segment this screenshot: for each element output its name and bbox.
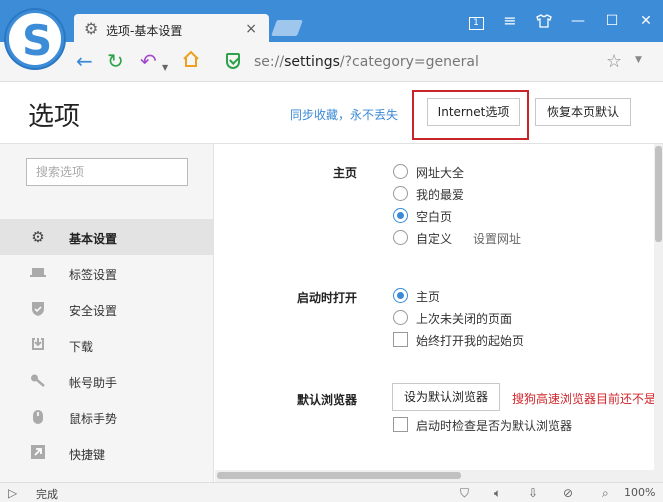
sidebar-item-label: 下载 <box>69 340 94 354</box>
navigation-bar: ← ↻ ↶ ▼ se://settings/?category=general … <box>0 42 663 82</box>
status-bar: ▷ 完成 ⛉ 🔈︎ ⇩ ⊘ ⌕ 100% <box>0 482 663 502</box>
shield-icon[interactable]: ⛉ <box>460 485 469 501</box>
bookmark-star-icon[interactable]: ☆ <box>606 51 622 72</box>
sidebar-item-label: 标签设置 <box>69 268 118 282</box>
sidebar-item-mouse-gesture[interactable]: 鼠标手势 <box>0 399 213 435</box>
radio-button[interactable] <box>393 230 408 245</box>
startup-section-label: 启动时打开 <box>297 291 358 305</box>
secure-shield-icon[interactable] <box>226 53 240 69</box>
default-browser-warning: 搜狗高速浏览器目前还不是 <box>512 392 654 406</box>
undo-dropdown-icon[interactable]: ▼ <box>162 57 168 79</box>
sidebar-item-label: 基本设置 <box>69 232 118 246</box>
zoom-level[interactable]: 100% <box>624 486 655 499</box>
browser-logo[interactable]: S <box>6 10 64 68</box>
chevron-down-icon[interactable]: ▼ <box>635 55 642 65</box>
sidebar-item-label: 安全设置 <box>69 304 118 318</box>
horizontal-scrollbar[interactable] <box>215 470 654 482</box>
scrollbar-thumb[interactable] <box>217 472 461 479</box>
set-default-browser-button[interactable]: 设为默认浏览器 <box>392 383 500 411</box>
radio-button[interactable] <box>393 186 408 201</box>
tab-settings[interactable]: ⚙ 选项-基本设置 × <box>74 14 269 44</box>
menu-icon[interactable]: ≡ <box>496 10 524 32</box>
page-title: 选项 <box>28 102 81 132</box>
mouse-icon <box>30 409 46 425</box>
undo-icon[interactable]: ↶ <box>140 50 157 72</box>
sidebar-item-shortcuts[interactable]: 快捷键 <box>0 435 213 471</box>
checkbox[interactable] <box>393 417 408 432</box>
tab-icon <box>30 265 46 281</box>
vertical-scrollbar[interactable] <box>654 144 663 482</box>
status-text: 完成 <box>36 488 58 501</box>
speaker-icon[interactable]: 🔈︎ <box>494 485 501 501</box>
sidebar-item-tabs[interactable]: 标签设置 <box>0 255 213 291</box>
radio-button[interactable] <box>393 310 408 325</box>
new-tab-button[interactable] <box>271 20 303 36</box>
radio-button-selected[interactable] <box>393 288 408 303</box>
homepage-section-label: 主页 <box>333 166 358 180</box>
shield-icon <box>30 301 46 317</box>
back-icon[interactable]: ← <box>76 50 93 72</box>
sidebar-item-security[interactable]: 安全设置 <box>0 291 213 327</box>
download-icon <box>30 337 46 353</box>
minimize-button[interactable]: — <box>564 10 592 32</box>
shirt-icon[interactable] <box>530 10 558 32</box>
gear-icon: ⚙ <box>31 228 45 246</box>
home-icon[interactable] <box>182 50 200 72</box>
arrow-icon <box>30 445 46 461</box>
set-url-link[interactable]: 设置网址 <box>473 230 521 247</box>
sidebar: ⚙ 基本设置 标签设置 安全设置 下载 帐号助手 鼠标手势 快捷键 <box>0 144 214 482</box>
address-bar[interactable]: se://settings/?category=general <box>254 54 479 70</box>
sidebar-item-label: 快捷键 <box>69 448 106 462</box>
sidebar-item-label: 鼠标手势 <box>69 412 118 426</box>
checkbox[interactable] <box>393 332 408 347</box>
sidebar-item-label: 帐号助手 <box>69 376 118 390</box>
adblock-icon[interactable]: ⊘ <box>563 485 573 501</box>
tab-title: 选项-基本设置 <box>106 24 183 38</box>
scrollbar-thumb[interactable] <box>655 146 662 242</box>
radio-button[interactable] <box>393 164 408 179</box>
key-icon <box>30 373 46 389</box>
sogou-s-icon: S <box>22 16 53 65</box>
sidebar-item-download[interactable]: 下载 <box>0 327 213 363</box>
sidebar-toggle-icon[interactable]: ▷ <box>8 485 17 501</box>
sync-link[interactable]: 同步收藏，永不丢失 <box>290 106 398 123</box>
maximize-button[interactable]: ☐ <box>598 10 626 32</box>
settings-content: 主页 网址大全 我的最爱 空白页 自定义 设置网址 启动时打开 主页 上次未关闭… <box>215 144 654 470</box>
gear-icon: ⚙ <box>84 19 99 38</box>
default-browser-section-label: 默认浏览器 <box>297 393 358 407</box>
sidebar-item-account[interactable]: 帐号助手 <box>0 363 213 399</box>
download-icon[interactable]: ⇩ <box>528 485 538 501</box>
close-tab-icon[interactable]: × <box>245 20 257 38</box>
refresh-icon[interactable]: ↻ <box>107 50 124 72</box>
zoom-icon[interactable]: ⌕ <box>602 485 609 501</box>
restore-defaults-button[interactable]: 恢复本页默认 <box>535 98 631 126</box>
radio-button-selected[interactable] <box>393 208 408 223</box>
sidebar-item-general[interactable]: ⚙ 基本设置 <box>0 219 213 255</box>
search-input[interactable] <box>26 158 188 186</box>
internet-options-button[interactable]: Internet选项 <box>427 98 520 126</box>
title-bar: ⚙ 选项-基本设置 × 1 ≡ — ☐ ✕ <box>0 0 663 44</box>
window-count-icon[interactable]: 1 <box>462 10 490 32</box>
close-window-button[interactable]: ✕ <box>632 10 660 32</box>
